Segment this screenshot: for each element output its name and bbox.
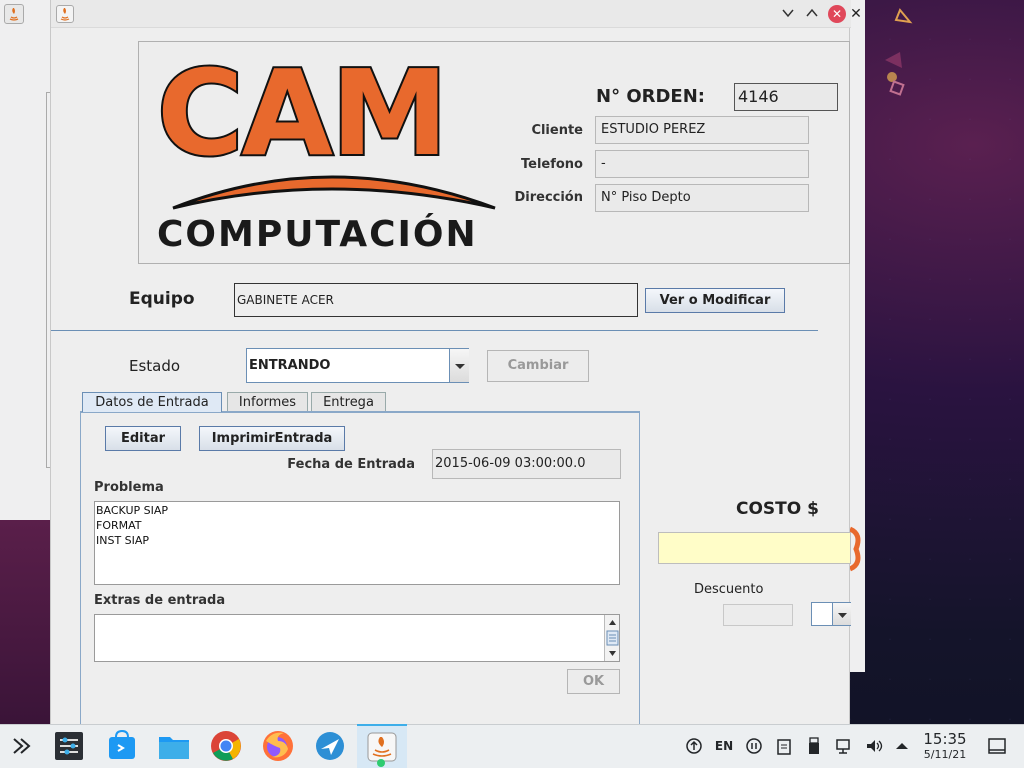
- discount-chevron-down-icon[interactable]: [832, 603, 851, 625]
- removable-device-icon[interactable]: [804, 736, 824, 763]
- discount-field[interactable]: [723, 604, 793, 626]
- tab-entrega[interactable]: Entrega: [311, 392, 386, 412]
- tab-panel-top: [81, 412, 639, 414]
- tab-datos-entrada[interactable]: Datos de Entrada: [82, 392, 222, 412]
- extras-label: Extras de entrada: [94, 593, 226, 608]
- equipment-field[interactable]: GABINETE ACER: [234, 283, 638, 317]
- view-modify-button[interactable]: Ver o Modificar: [645, 288, 785, 313]
- discount-select[interactable]: [811, 602, 851, 626]
- clock-time[interactable]: 15:35: [918, 730, 972, 748]
- desktop-background-left: [0, 520, 50, 724]
- taskbar-java-app-active[interactable]: [357, 724, 407, 768]
- clock-date[interactable]: 5/11/21: [918, 748, 972, 761]
- updates-icon[interactable]: [684, 736, 704, 763]
- volume-icon[interactable]: [864, 736, 884, 763]
- status-label: Estado: [129, 357, 181, 375]
- cost-field[interactable]: [658, 532, 851, 564]
- discover-store-icon[interactable]: [105, 729, 139, 763]
- keyboard-layout-indicator[interactable]: EN: [712, 736, 736, 756]
- client-field[interactable]: ESTUDIO PEREZ: [595, 116, 809, 144]
- logo-cam-text: CAM: [157, 50, 446, 182]
- application-launcher-icon[interactable]: [5, 729, 39, 763]
- separator: [51, 330, 818, 331]
- tab-informes[interactable]: Informes: [227, 392, 308, 412]
- minimize-icon[interactable]: [780, 6, 796, 22]
- desktop-decoration: [885, 8, 913, 96]
- address-field[interactable]: N° Piso Depto: [595, 184, 809, 212]
- cam-logo: CAM COMPUTACIÓN: [155, 42, 507, 260]
- change-status-button[interactable]: Cambiar: [487, 350, 589, 382]
- entry-date-label: Fecha de Entrada: [287, 457, 415, 472]
- media-pause-icon[interactable]: [744, 736, 764, 763]
- phone-label: Telefono: [520, 157, 583, 172]
- order-number-field[interactable]: 4146: [734, 83, 838, 111]
- status-selected-value: ENTRANDO: [249, 358, 331, 373]
- chevron-down-icon[interactable]: [449, 349, 469, 382]
- logo-subtext: COMPUTACIÓN: [157, 213, 478, 255]
- phone-field[interactable]: -: [595, 150, 809, 178]
- address-label: Dirección: [514, 190, 583, 205]
- network-icon[interactable]: [834, 736, 854, 763]
- clipboard-icon[interactable]: [774, 736, 794, 763]
- system-settings-icon[interactable]: [53, 729, 87, 763]
- java-icon: [56, 5, 74, 23]
- entry-date-field[interactable]: 2015-06-09 03:00:00.0: [432, 449, 621, 479]
- show-desktop-icon[interactable]: [986, 736, 1008, 763]
- remote-desktop-icon[interactable]: [313, 729, 347, 763]
- tray-expand-icon[interactable]: [892, 736, 912, 763]
- print-entry-button[interactable]: ImprimirEntrada: [199, 426, 345, 451]
- ok-button[interactable]: OK: [567, 669, 620, 694]
- main-window: ✕ CAM COMPUTACIÓN N° ORDEN: 4146 Cliente…: [50, 0, 851, 724]
- chrome-icon[interactable]: [209, 729, 243, 763]
- close-icon[interactable]: ✕: [828, 5, 846, 23]
- order-label: N° ORDEN:: [596, 86, 705, 107]
- status-select[interactable]: ENTRANDO: [246, 348, 469, 383]
- extras-scrollbar[interactable]: [604, 615, 619, 661]
- java-app-icon[interactable]: [4, 4, 24, 24]
- extras-textarea[interactable]: [94, 614, 620, 662]
- firefox-icon[interactable]: [261, 729, 295, 763]
- background-logo-fragment: [848, 524, 864, 574]
- problem-textarea[interactable]: BACKUP SIAP FORMAT INST SIAP: [94, 501, 620, 585]
- equipment-label: Equipo: [129, 289, 195, 309]
- tab-panel-datos-entrada: Editar ImprimirEntrada Fecha de Entrada …: [80, 411, 640, 724]
- header-panel: CAM COMPUTACIÓN N° ORDEN: 4146 Cliente E…: [138, 41, 850, 264]
- maximize-icon[interactable]: [804, 6, 820, 22]
- discount-label: Descuento: [694, 582, 764, 597]
- file-manager-icon[interactable]: [157, 729, 191, 763]
- problem-label: Problema: [94, 480, 164, 495]
- client-label: Cliente: [531, 123, 583, 138]
- cost-label: COSTO $: [736, 499, 819, 519]
- edit-button[interactable]: Editar: [105, 426, 181, 451]
- title-bar[interactable]: ✕: [51, 0, 851, 28]
